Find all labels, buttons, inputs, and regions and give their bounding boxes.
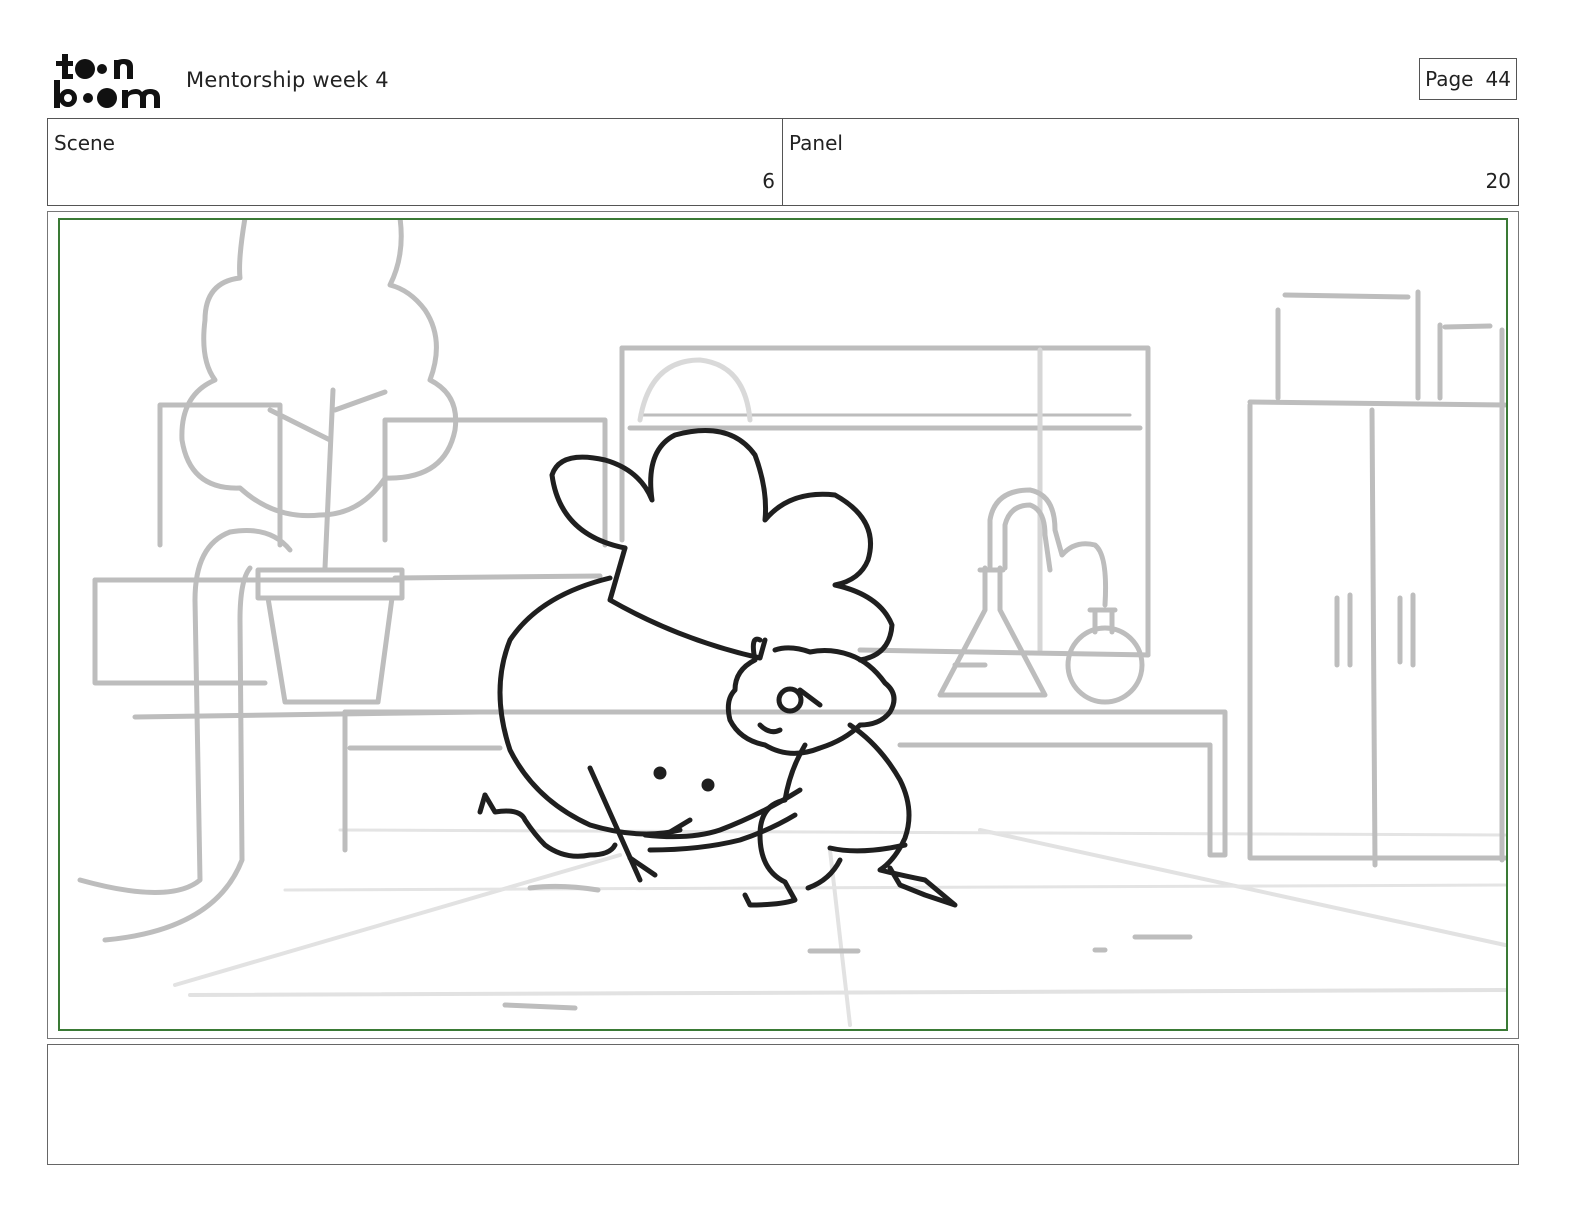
panel-cell: Panel 20 [783, 119, 1518, 205]
page-number: 44 [1485, 67, 1511, 91]
storyboard-panel-image [58, 218, 1508, 1031]
scene-label: Scene [54, 131, 115, 155]
toonboom-logo [52, 50, 164, 112]
page-indicator: Page 44 [1419, 58, 1517, 100]
scene-value: 6 [762, 169, 775, 193]
scene-cell: Scene 6 [48, 119, 783, 205]
panel-value: 20 [1485, 169, 1511, 193]
panel-notes-box [47, 1044, 1519, 1165]
scene-panel-info: Scene 6 Panel 20 [47, 118, 1519, 206]
page-label: Page [1425, 67, 1474, 91]
document-title: Mentorship week 4 [186, 68, 389, 92]
panel-label: Panel [789, 131, 843, 155]
